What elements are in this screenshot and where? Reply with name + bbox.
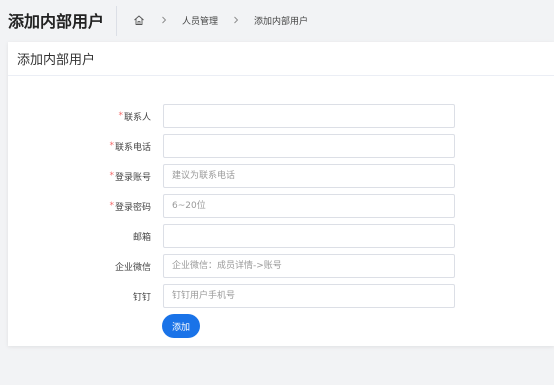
form-row-password: * 登录密码 (8, 194, 554, 218)
account-input[interactable] (163, 164, 455, 188)
password-input[interactable] (163, 194, 455, 218)
field-label-password: * 登录密码 (109, 201, 151, 213)
form-row-email: 邮箱 (8, 224, 554, 248)
required-mark: * (109, 171, 114, 181)
form-card: 添加内部用户 *联系人 *联系电话 *登录账号 *登录密码 邮箱 企业微信 钉钉 (8, 42, 554, 346)
form-row-contact: * 联系人 (8, 104, 554, 128)
card-title: 添加内部用户 (8, 42, 554, 76)
chevron-right-icon (231, 15, 241, 25)
form-row-phone: * 联系电话 (8, 134, 554, 158)
chevron-right-icon (159, 15, 169, 25)
email-input[interactable] (163, 224, 455, 248)
required-mark: * (109, 141, 114, 151)
field-label-dingtalk: 钉钉 (132, 292, 151, 303)
top-bar: 添加内部用户 人员管理 添加内部用户 (0, 0, 554, 40)
add-button[interactable]: 添加 (162, 314, 200, 338)
field-label-account: * 登录账号 (109, 171, 151, 183)
phone-input[interactable] (163, 134, 455, 158)
home-icon[interactable] (132, 13, 146, 27)
field-label-phone: * 联系电话 (109, 141, 151, 153)
dingtalk-input[interactable] (163, 284, 455, 308)
header-divider (116, 6, 117, 36)
field-label-contact: * 联系人 (118, 111, 151, 123)
field-label-wecom: 企业微信 (114, 262, 151, 273)
breadcrumb-item-current: 添加内部用户 (254, 16, 309, 27)
required-mark: * (118, 111, 123, 121)
breadcrumb: 人员管理 添加内部用户 (132, 12, 308, 28)
required-mark: * (109, 201, 114, 211)
field-label-email: 邮箱 (132, 232, 151, 243)
form-row-wecom: 企业微信 (8, 254, 554, 278)
wecom-input[interactable] (163, 254, 455, 278)
breadcrumb-item-people[interactable]: 人员管理 (182, 14, 218, 27)
page-title: 添加内部用户 (8, 12, 105, 31)
form-row-dingtalk: 钉钉 (8, 284, 554, 308)
form-row-account: * 登录账号 (8, 164, 554, 188)
contact-input[interactable] (163, 104, 455, 128)
